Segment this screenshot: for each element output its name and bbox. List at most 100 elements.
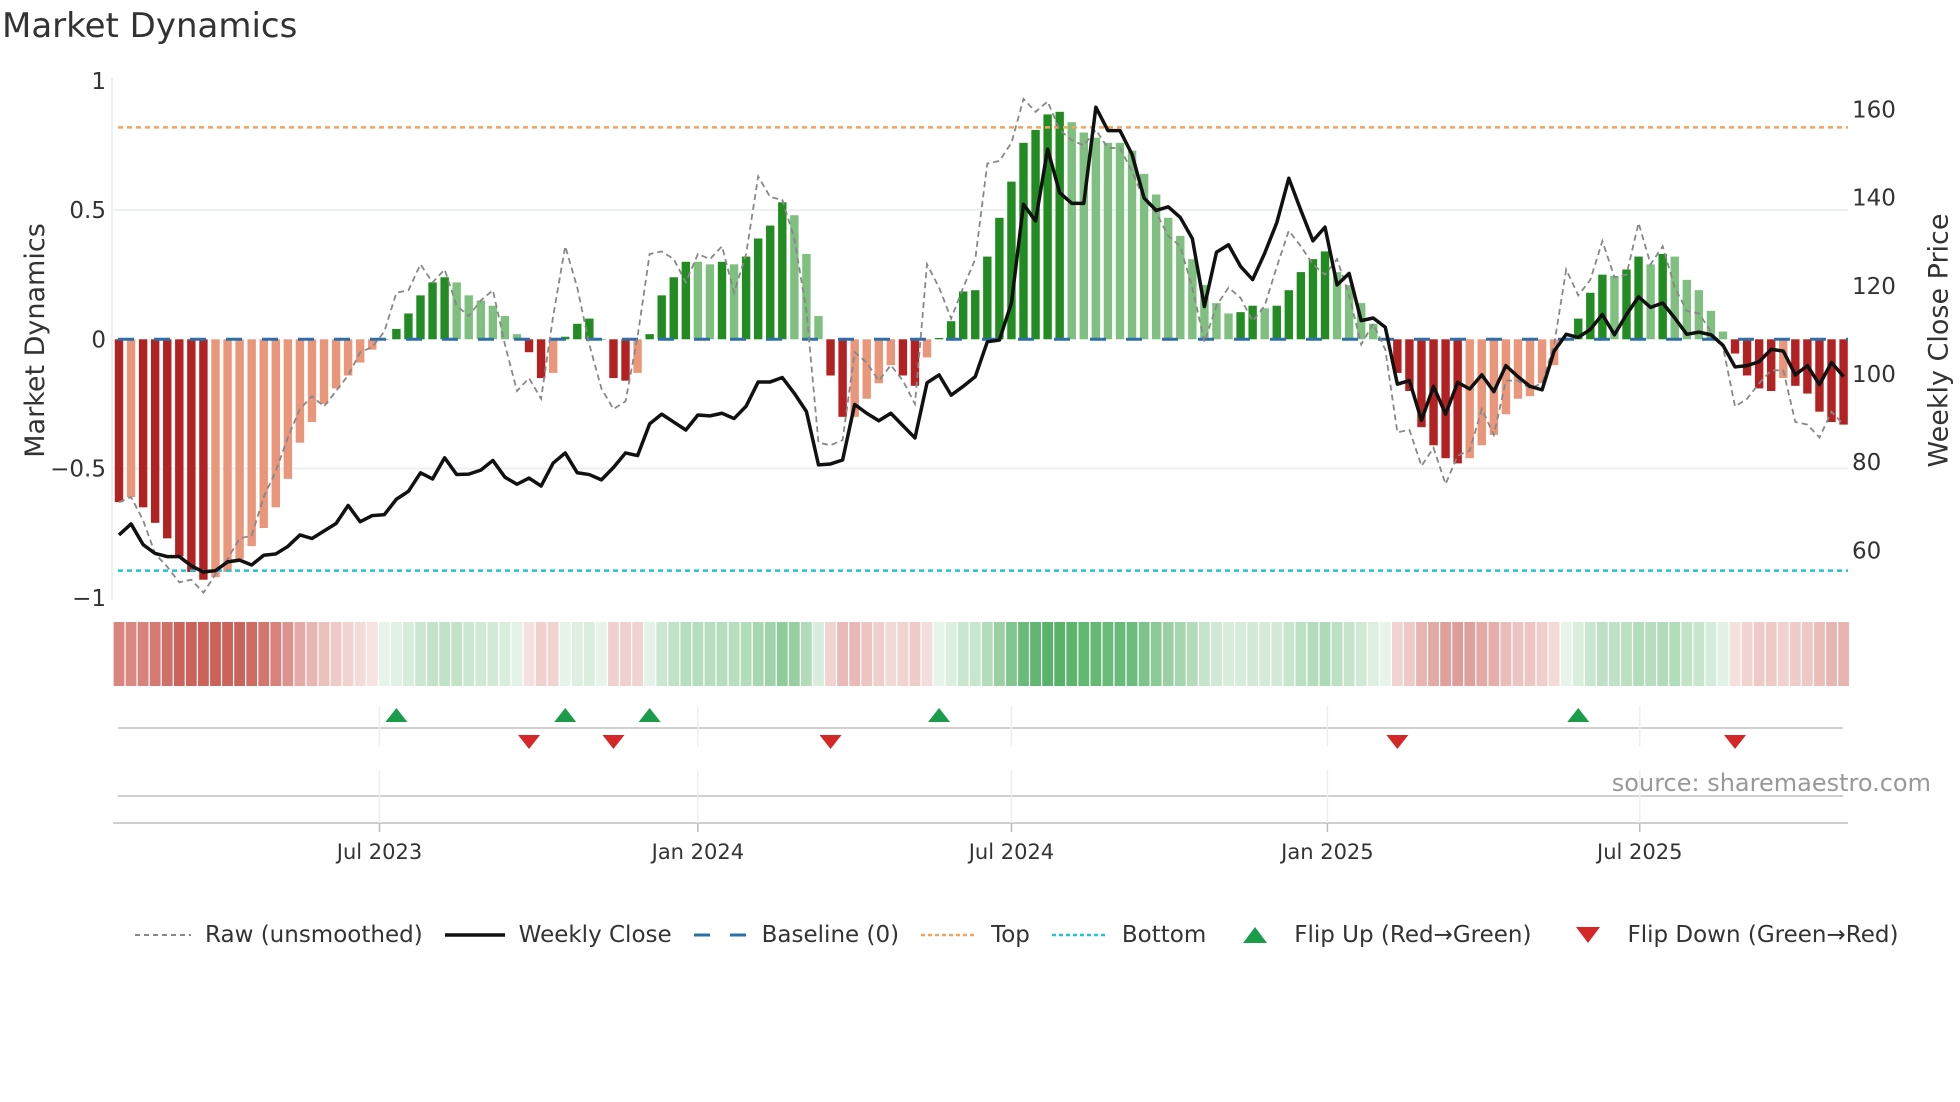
bar [1272,305,1281,340]
bar [1067,122,1076,340]
bar [826,339,835,376]
heat-cell [1789,622,1801,686]
x-tick-label: Jul 2024 [967,840,1054,864]
bar [741,256,751,340]
bar [1742,339,1752,376]
heat-cell [451,622,463,686]
bar [259,339,268,529]
bar [187,339,196,572]
bar [199,339,208,580]
heat-cell [608,622,619,686]
heat-cell [1657,622,1669,686]
heat-cell [487,622,499,686]
heat-cell [1838,622,1849,686]
heat-cell [185,622,197,686]
flip-up-marker [638,708,661,722]
bar [1284,290,1294,340]
bar [693,261,703,340]
heat-cell [704,622,716,686]
bar [1344,285,1354,340]
bar [126,339,136,497]
y-tick-label: 0.5 [69,198,106,224]
heat-cell [644,622,656,686]
heat-cell [475,622,487,686]
bar [1115,142,1125,340]
heat-cell [1524,622,1536,686]
heat-cell [439,622,451,686]
heat-cell [596,622,607,686]
heat-cell [873,622,885,686]
heat-cell [511,622,523,686]
heat-cell [813,622,824,686]
bar [416,295,425,340]
legend-baseline-swatch [693,933,748,937]
heat-cell [1621,622,1632,686]
bar [404,313,413,340]
heat-cell [1391,622,1403,686]
heat-cell [378,622,390,686]
bar [886,339,896,366]
y-tick-label: −0.5 [50,457,106,483]
heat-cell [1367,622,1379,686]
x-tick-label: Jul 2023 [335,840,422,864]
bar [1646,264,1655,340]
heat-cell [656,622,668,686]
bar [1091,137,1101,340]
heat-cell [1802,622,1813,686]
legend-item-close: Weekly Close [444,922,672,948]
heat-cell [366,622,378,686]
heat-cell [282,622,294,686]
bar [753,238,763,340]
x-tick-label: Jan 2024 [650,840,745,864]
legend-label: Top [991,922,1030,948]
heat-cell [861,622,873,686]
heat-cell [1633,622,1644,686]
heat-cell [1416,622,1427,686]
x-tick-label: Jul 2025 [1595,840,1682,864]
bar [633,339,642,373]
bar [1658,253,1667,340]
heat-cell [1765,622,1777,686]
bar [1248,305,1257,340]
bar [114,339,124,503]
heat-cell [161,622,173,686]
heat-cell [1596,622,1608,686]
heat-cell [692,622,704,686]
bar [319,339,329,404]
heat-cell [535,622,547,686]
bar [1031,129,1040,340]
heat-cell [897,622,909,686]
bar [669,277,678,340]
heat-cell [1186,622,1198,686]
bar [1839,339,1848,425]
heat-cell [1777,622,1789,686]
heat-cell [788,622,800,686]
bar [331,339,341,389]
heat-cell [258,622,270,686]
heat-cell [1536,622,1548,686]
heat-cell [1319,622,1331,686]
heat-cell [1259,622,1271,686]
legend-raw-swatch [135,934,191,936]
bar [1079,132,1088,340]
bar [1513,339,1523,399]
heat-cell [668,622,680,686]
heat-cell [969,622,981,686]
heat-cell [1609,622,1620,686]
bar [440,277,449,340]
bar [621,339,630,381]
heat-cell [801,622,812,686]
legend-label: Raw (unsmoothed) [205,922,423,948]
bar [1441,339,1450,459]
heat-cell [837,622,848,686]
bar [1791,339,1800,386]
heat-cell [1018,622,1029,686]
bar [476,300,485,340]
heat-cell [1452,622,1464,686]
bar [814,316,823,340]
y2-tick-label: 160 [1852,97,1896,123]
heat-cell [849,622,861,686]
heat-cell [1199,622,1210,686]
heat-cell [1030,622,1041,686]
heat-cell [1211,622,1222,686]
